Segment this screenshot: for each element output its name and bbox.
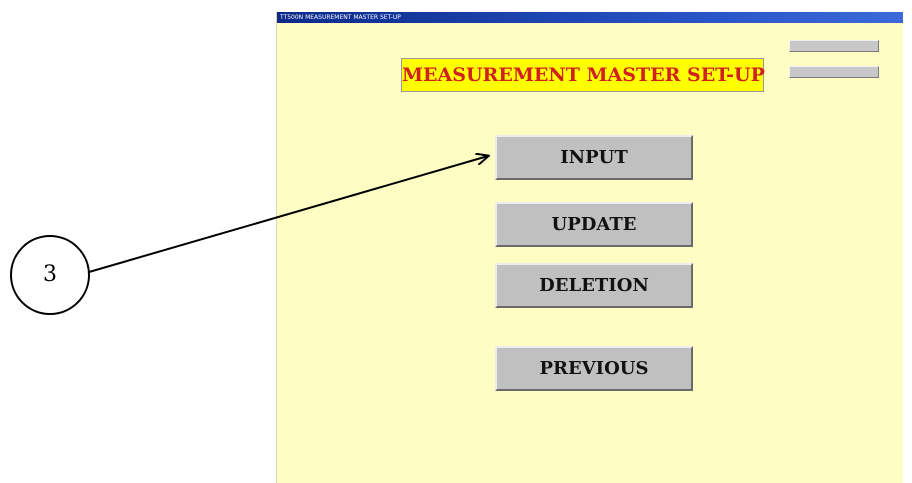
previous-button[interactable]: PREVIOUS	[495, 346, 693, 391]
deletion-button[interactable]: DELETION	[495, 263, 693, 308]
status-field-1	[789, 40, 879, 52]
window-titlebar: TT500N MEASUREMENT MASTER SET-UP	[277, 12, 903, 23]
callout-number: 3	[43, 262, 57, 287]
input-button[interactable]: INPUT	[495, 135, 693, 180]
status-field-2	[789, 66, 879, 78]
update-button[interactable]: UPDATE	[495, 202, 693, 247]
application-window: TT500N MEASUREMENT MASTER SET-UP MEASURE…	[276, 12, 903, 483]
page-title: MEASUREMENT MASTER SET-UP	[401, 58, 765, 92]
